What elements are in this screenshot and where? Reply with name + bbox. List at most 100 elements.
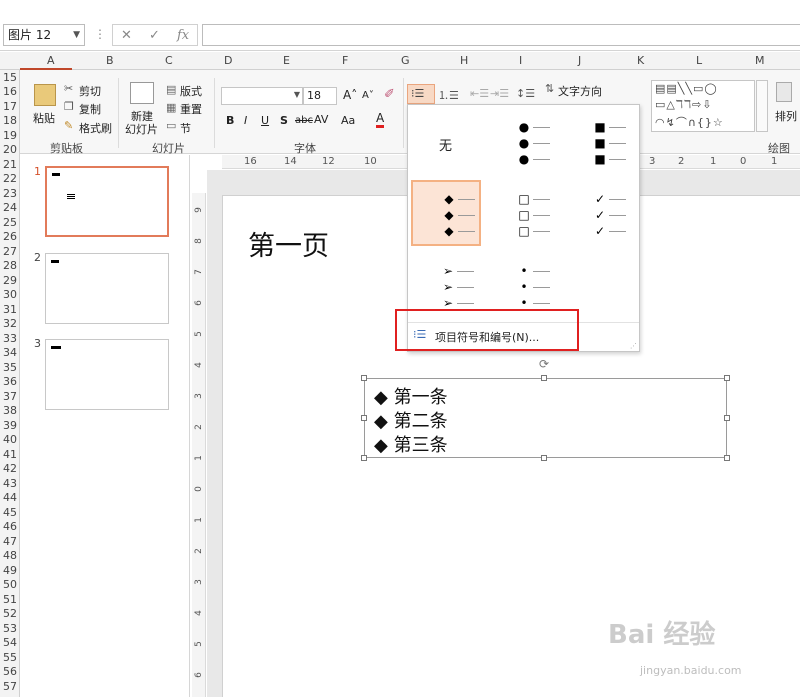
bullets-button[interactable]: ⁝☰ bbox=[407, 84, 435, 104]
col-header[interactable]: H bbox=[460, 54, 468, 67]
resize-handle[interactable] bbox=[541, 455, 547, 461]
change-case-button[interactable]: Aa bbox=[341, 114, 355, 127]
row-header[interactable]: 43 bbox=[0, 477, 20, 490]
strikethrough-button[interactable]: abc bbox=[295, 115, 313, 126]
row-header[interactable]: 42 bbox=[0, 462, 20, 475]
layout-button[interactable]: 版式 bbox=[180, 83, 202, 99]
shapes-scroll[interactable] bbox=[756, 80, 768, 132]
row-header[interactable]: 37 bbox=[0, 390, 20, 403]
line-spacing-icon[interactable]: ↕☰ bbox=[516, 87, 535, 100]
row-header[interactable]: 21 bbox=[0, 158, 20, 171]
grow-font-icon[interactable]: A˄ bbox=[343, 88, 357, 102]
row-header[interactable]: 50 bbox=[0, 578, 20, 591]
font-family-select[interactable]: ▼ bbox=[221, 87, 303, 105]
resize-handle[interactable] bbox=[724, 415, 730, 421]
reset-button[interactable]: 重置 bbox=[180, 101, 202, 117]
col-header[interactable]: L bbox=[696, 54, 702, 67]
layout-icon[interactable]: ▤ bbox=[166, 83, 176, 96]
list-item[interactable]: ◆ 第一条 bbox=[374, 383, 448, 409]
row-header[interactable]: 31 bbox=[0, 303, 20, 316]
list-item[interactable]: ◆ 第二条 bbox=[374, 407, 448, 433]
paste-button[interactable]: 粘贴 bbox=[33, 110, 55, 126]
row-header[interactable]: 26 bbox=[0, 230, 20, 243]
bullet-option-diamond[interactable]: ◆ ◆ ◆ bbox=[411, 180, 481, 246]
numbering-icon[interactable]: ⒈☰ bbox=[438, 87, 459, 103]
arrange-icon[interactable] bbox=[776, 82, 792, 102]
row-header[interactable]: 22 bbox=[0, 172, 20, 185]
font-color-button[interactable]: A bbox=[376, 112, 385, 128]
name-box[interactable]: 图片 12 ▼ bbox=[3, 24, 85, 46]
col-header[interactable]: I bbox=[519, 54, 522, 67]
shrink-font-icon[interactable]: A˅ bbox=[362, 90, 374, 101]
italic-button[interactable]: I bbox=[244, 114, 247, 127]
decrease-indent-icon[interactable]: ⇤☰ bbox=[470, 87, 489, 100]
chevron-down-icon[interactable]: ▼ bbox=[294, 90, 300, 99]
row-header[interactable]: 46 bbox=[0, 520, 20, 533]
col-header[interactable]: K bbox=[637, 54, 644, 67]
clear-format-icon[interactable]: ✐ bbox=[384, 87, 395, 102]
list-item[interactable]: ◆ 第三条 bbox=[374, 431, 448, 457]
resize-handle[interactable] bbox=[361, 455, 367, 461]
col-header[interactable]: M bbox=[755, 54, 765, 67]
row-header[interactable]: 30 bbox=[0, 288, 20, 301]
row-header[interactable]: 54 bbox=[0, 636, 20, 649]
text-direction-button[interactable]: 文字方向 bbox=[558, 83, 602, 99]
row-header[interactable]: 17 bbox=[0, 100, 20, 113]
bold-button[interactable]: B bbox=[226, 114, 234, 127]
row-header[interactable]: 18 bbox=[0, 114, 20, 127]
col-header[interactable]: G bbox=[401, 54, 410, 67]
rotate-handle-icon[interactable]: ⟳ bbox=[539, 357, 549, 371]
copy-icon[interactable]: ❐ bbox=[64, 100, 74, 113]
row-header[interactable]: 44 bbox=[0, 491, 20, 504]
scissors-icon[interactable]: ✂ bbox=[64, 82, 73, 95]
bullet-option-filled-round[interactable]: ● ● ● bbox=[488, 109, 558, 175]
row-header[interactable]: 16 bbox=[0, 85, 20, 98]
resize-handle[interactable] bbox=[361, 415, 367, 421]
paste-icon[interactable] bbox=[34, 84, 56, 106]
increase-indent-icon[interactable]: ⇥☰ bbox=[490, 87, 509, 100]
formula-input[interactable] bbox=[202, 24, 800, 46]
bullet-option-none[interactable]: 无 bbox=[412, 109, 482, 175]
fx-icon[interactable]: fx bbox=[177, 28, 189, 43]
slide-thumbnail[interactable] bbox=[45, 166, 169, 237]
bullet-option-hollow-square[interactable]: □ □ □ bbox=[488, 181, 558, 247]
row-header[interactable]: 23 bbox=[0, 187, 20, 200]
row-header[interactable]: 36 bbox=[0, 375, 20, 388]
row-header[interactable]: 41 bbox=[0, 448, 20, 461]
col-header[interactable]: C bbox=[165, 54, 173, 67]
row-header[interactable]: 34 bbox=[0, 346, 20, 359]
row-header[interactable]: 25 bbox=[0, 216, 20, 229]
bullet-option-checkmark[interactable]: ✓ ✓ ✓ bbox=[564, 181, 634, 247]
row-header[interactable]: 47 bbox=[0, 535, 20, 548]
resize-handle[interactable] bbox=[361, 375, 367, 381]
row-header[interactable]: 56 bbox=[0, 665, 20, 678]
row-header[interactable]: 55 bbox=[0, 651, 20, 664]
row-header[interactable]: 38 bbox=[0, 404, 20, 417]
row-header[interactable]: 24 bbox=[0, 201, 20, 214]
row-header[interactable]: 52 bbox=[0, 607, 20, 620]
format-painter-button[interactable]: 格式刷 bbox=[79, 120, 112, 136]
row-header[interactable]: 48 bbox=[0, 549, 20, 562]
row-header[interactable]: 32 bbox=[0, 317, 20, 330]
row-header[interactable]: 53 bbox=[0, 622, 20, 635]
bullet-option-filled-square[interactable]: ■ ■ ■ bbox=[564, 109, 634, 175]
cut-button[interactable]: 剪切 bbox=[79, 83, 101, 99]
row-header[interactable]: 27 bbox=[0, 245, 20, 258]
new-slide-icon[interactable] bbox=[130, 82, 154, 104]
font-size-select[interactable]: 18 bbox=[303, 87, 337, 105]
slide-thumbnail[interactable] bbox=[45, 339, 169, 410]
reset-icon[interactable]: ▦ bbox=[166, 101, 176, 114]
shadow-button[interactable]: S bbox=[280, 114, 288, 127]
section-button[interactable]: 节 bbox=[180, 120, 191, 136]
underline-button[interactable]: U bbox=[261, 114, 269, 127]
resize-grip-icon[interactable]: ⋰ bbox=[630, 342, 637, 350]
row-header[interactable]: 35 bbox=[0, 361, 20, 374]
copy-button[interactable]: 复制 bbox=[79, 101, 101, 117]
row-header[interactable]: 20 bbox=[0, 143, 20, 156]
col-header[interactable]: J bbox=[578, 54, 581, 67]
row-header[interactable]: 28 bbox=[0, 259, 20, 272]
row-header[interactable]: 15 bbox=[0, 71, 20, 84]
enter-icon[interactable]: ✓ bbox=[149, 28, 160, 43]
row-header[interactable]: 29 bbox=[0, 274, 20, 287]
col-header[interactable]: E bbox=[283, 54, 290, 67]
